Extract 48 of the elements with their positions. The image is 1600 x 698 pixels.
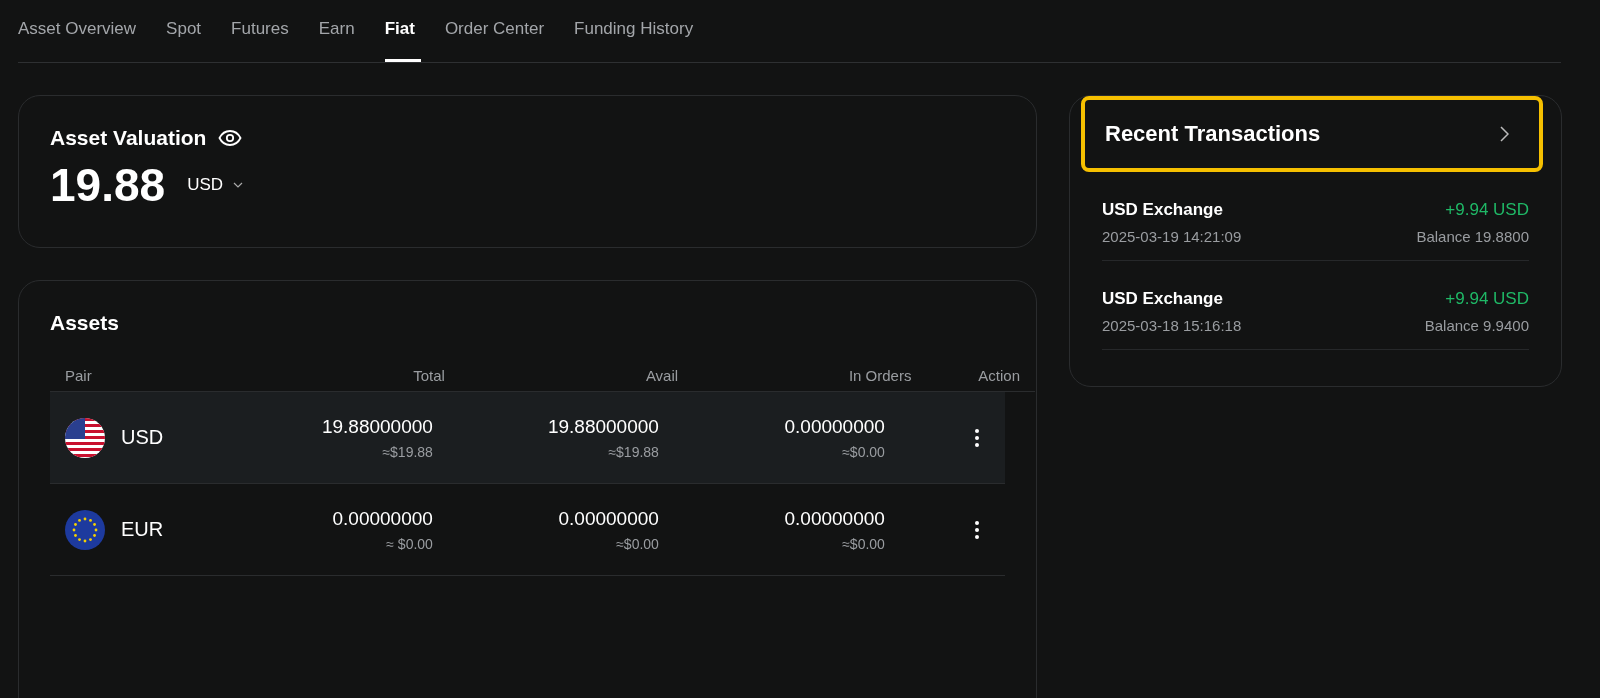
total-amount: 0.00000000 bbox=[332, 507, 433, 530]
transaction-balance: Balance 19.8800 bbox=[1416, 228, 1529, 245]
eu-flag-icon bbox=[65, 509, 105, 550]
available-amount: 19.88000000 bbox=[547, 415, 659, 438]
us-flag-icon bbox=[65, 417, 105, 458]
transaction-balance: Balance 9.9400 bbox=[1424, 317, 1529, 334]
transaction-title: USD Exchange bbox=[1102, 200, 1224, 220]
more-icon[interactable] bbox=[974, 519, 980, 540]
eye-icon[interactable] bbox=[218, 129, 243, 147]
in-orders-value: ≈$0.00 bbox=[842, 443, 885, 460]
total-value: ≈ $0.00 bbox=[386, 535, 433, 552]
column-header: Action bbox=[977, 366, 1020, 384]
tab[interactable]: Funding History bbox=[574, 0, 700, 62]
card-title: Asset Valuation bbox=[50, 126, 207, 150]
in-orders-amount: 0.00000000 bbox=[784, 415, 885, 438]
more-icon[interactable] bbox=[974, 427, 980, 448]
valuation-amount: 19.88 bbox=[50, 158, 166, 212]
column-header: In Orders bbox=[847, 366, 912, 384]
tab[interactable]: Asset Overview bbox=[18, 0, 143, 62]
transaction-time: 2025-03-18 15:16:18 bbox=[1102, 317, 1242, 334]
tab[interactable]: Order Center bbox=[444, 0, 551, 62]
column-header: Avail bbox=[644, 366, 679, 384]
tab[interactable]: Earn bbox=[318, 0, 361, 62]
chevron-right-icon bbox=[1500, 126, 1509, 142]
available-value: ≈$19.88 bbox=[608, 443, 659, 460]
transaction-amount: +9.94 USD bbox=[1445, 289, 1529, 309]
tab[interactable]: Spot bbox=[166, 0, 208, 62]
tab[interactable]: Fiat bbox=[384, 0, 421, 62]
tab[interactable]: Futures bbox=[231, 0, 295, 62]
column-header: Pair bbox=[65, 366, 93, 384]
caret-icon bbox=[233, 182, 244, 188]
available-amount: 0.00000000 bbox=[558, 507, 659, 530]
currency-name: EUR bbox=[121, 518, 164, 541]
total-amount: 19.88000000 bbox=[321, 415, 433, 438]
total-value: ≈$19.88 bbox=[382, 443, 433, 460]
asset-row[interactable]: USD 19.88000000 ≈$19.88 19.88000000 ≈$19.88 0.00000000 ≈$0.00 bbox=[50, 392, 1005, 484]
currency-name: USD bbox=[121, 426, 164, 449]
available-value: ≈$0.00 bbox=[616, 535, 659, 552]
card-title: Assets bbox=[50, 311, 120, 335]
transaction-title: USD Exchange bbox=[1102, 289, 1224, 309]
in-orders-amount: 0.00000000 bbox=[784, 507, 885, 530]
transaction-time: 2025-03-19 14:21:09 bbox=[1102, 228, 1242, 245]
transaction-amount: +9.94 USD bbox=[1445, 200, 1529, 220]
in-orders-value: ≈$0.00 bbox=[842, 535, 885, 552]
currency-dropdown[interactable]: USD bbox=[187, 175, 244, 195]
column-header: Total bbox=[412, 366, 445, 384]
asset-row[interactable]: EUR 0.00000000 ≈ $0.00 0.00000000 ≈$0.00 0.00000000 ≈$0.00 bbox=[50, 484, 1005, 576]
recent-transactions-link[interactable]: Recent Transactions bbox=[1081, 96, 1543, 172]
